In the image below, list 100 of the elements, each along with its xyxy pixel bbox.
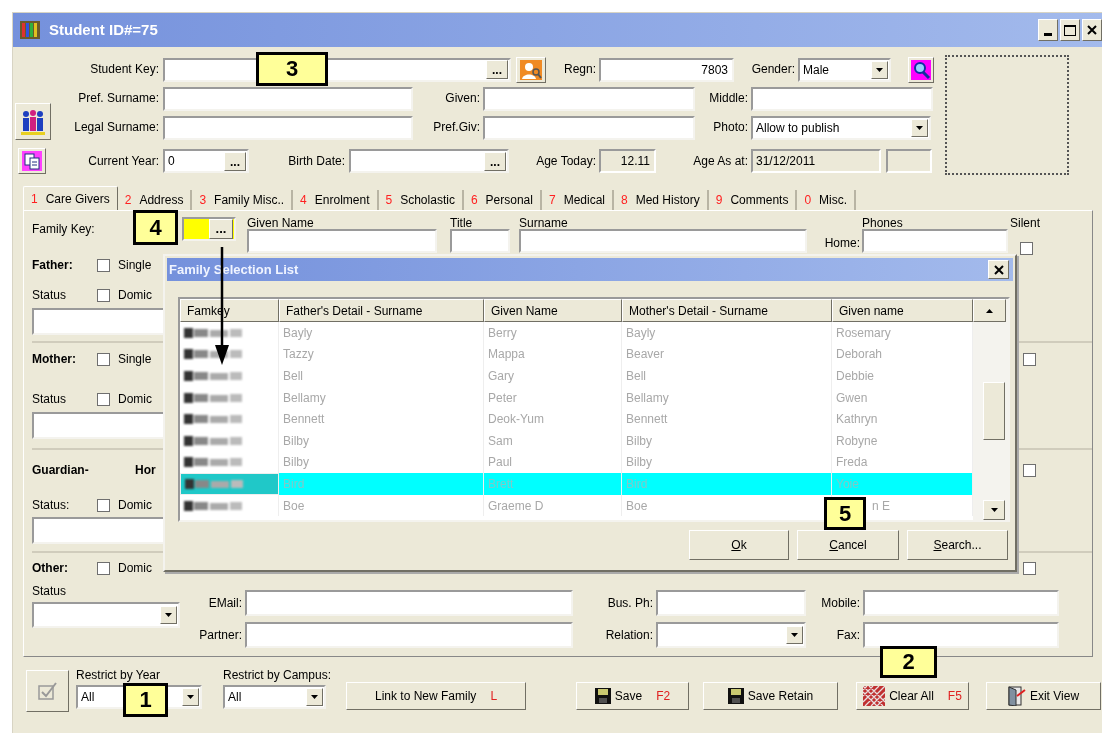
campus-dropdown[interactable]: All (223, 685, 326, 709)
table-cell: Bennett (279, 408, 484, 430)
tab[interactable]: 6 Personal (463, 190, 542, 210)
person-search-button[interactable] (516, 56, 546, 83)
dropdown-button[interactable] (160, 606, 177, 624)
door-icon (1007, 686, 1026, 706)
close-button[interactable] (988, 260, 1009, 279)
column-label: Title (450, 216, 474, 231)
status-field[interactable] (32, 517, 165, 544)
given-name-field[interactable] (483, 115, 695, 140)
tab[interactable]: 1 Care Givers (23, 186, 118, 210)
dropdown-button[interactable] (871, 60, 888, 79)
surname-field[interactable] (519, 229, 807, 253)
gender-dropdown[interactable]: Male (798, 57, 891, 82)
ellipsis-button[interactable]: ... (486, 60, 508, 79)
checkbox[interactable] (1023, 561, 1036, 575)
table-cell: Bennett (622, 408, 832, 430)
middle-name-field[interactable] (751, 86, 933, 111)
column-header[interactable]: Given name (832, 299, 973, 322)
caret-icon (187, 695, 194, 699)
checkbox[interactable] (97, 561, 110, 575)
table-cell: Bell (622, 365, 832, 387)
dialog-button[interactable]: Search... (907, 530, 1008, 560)
scroll-down-button[interactable] (983, 500, 1005, 520)
checkbox[interactable] (97, 352, 110, 366)
registration-field[interactable]: 7803 (599, 57, 734, 82)
dropdown-button[interactable] (786, 626, 803, 644)
tab[interactable]: 8 Med History (614, 190, 709, 210)
callout-tooltip: 1 (123, 683, 168, 717)
column-header[interactable]: Given Name (484, 299, 622, 322)
callout-tooltip: 2 (880, 646, 937, 678)
people-button[interactable] (15, 103, 51, 140)
checkbox[interactable] (1023, 352, 1036, 366)
search-button[interactable] (908, 56, 934, 83)
column-label: Given Name (247, 216, 315, 231)
table-cell: Bayly (279, 322, 484, 344)
status-field[interactable] (32, 412, 165, 439)
dropdown-button[interactable] (911, 118, 928, 137)
field-label: Bus. Ph: (606, 595, 654, 611)
link-button[interactable]: Link to New Family L (346, 682, 527, 710)
current-year-field[interactable]: 0 ... (163, 149, 249, 173)
exit-button[interactable]: Exit View (986, 682, 1102, 710)
save-button[interactable]: Save Retain (703, 682, 839, 710)
floppy-icon (727, 688, 744, 704)
ellipsis-button[interactable]: ... (224, 151, 246, 171)
close-button[interactable] (1082, 19, 1102, 41)
field-label: Restrict by Campus: (223, 668, 332, 684)
status-field[interactable] (32, 308, 165, 335)
scrollbar-thumb[interactable] (983, 382, 1005, 440)
ellipsis-button[interactable]: ... (484, 151, 506, 171)
save-button[interactable]: Save F2 (576, 682, 690, 710)
column-header[interactable]: Father's Detail - Surname (279, 299, 484, 322)
checkbox[interactable] (1023, 463, 1036, 477)
tab[interactable]: 7 Medical (541, 190, 614, 210)
field-label: Relation: (604, 627, 654, 643)
partner-field[interactable] (245, 622, 573, 648)
dropdown-button[interactable] (306, 688, 323, 706)
maximize-button[interactable] (1060, 19, 1080, 41)
dialog-button[interactable]: Ok (689, 530, 789, 560)
checkbox[interactable] (97, 392, 110, 406)
field-label: Status: (32, 497, 71, 513)
column-header[interactable]: Mother's Detail - Surname (622, 299, 832, 322)
clear-button[interactable]: Clear All F5 (856, 682, 970, 710)
document-button[interactable] (18, 148, 46, 174)
tab[interactable]: 4 Enrolment (293, 190, 379, 210)
mobile-field[interactable] (863, 590, 1059, 616)
surname-field[interactable] (163, 86, 413, 111)
ellipsis-button[interactable]: ... (209, 219, 233, 239)
empty-field (886, 149, 932, 173)
scroll-up-button[interactable] (973, 299, 1006, 322)
phone-field[interactable] (656, 590, 806, 616)
checkbox[interactable] (97, 258, 110, 272)
field-label: Student Key: (89, 62, 160, 77)
date-field: 31/12/2011 (751, 149, 881, 173)
family-key-field[interactable]: ... (182, 217, 236, 241)
birth-date-field[interactable]: ... (349, 149, 509, 173)
title-field[interactable] (450, 229, 510, 253)
checkbox[interactable] (97, 288, 110, 302)
tab[interactable]: 5 Scholastic (378, 190, 464, 210)
tab[interactable]: 0 Misc. (797, 190, 857, 210)
tab[interactable]: 9 Comments (708, 190, 798, 210)
fax-field[interactable] (863, 622, 1059, 648)
field-label: Fax: (835, 627, 861, 643)
field-label: Partner: (198, 627, 243, 643)
email-field[interactable] (245, 590, 573, 616)
close-icon (993, 264, 1004, 275)
maximize-icon (1064, 24, 1076, 36)
check-button[interactable] (26, 670, 69, 712)
photo-dropdown[interactable]: Allow to publish (751, 115, 931, 140)
minimize-button[interactable] (1038, 19, 1058, 41)
table-cell: Boe (279, 494, 484, 517)
given-name-field[interactable] (483, 86, 695, 111)
dialog-button[interactable]: Cancel (797, 530, 899, 560)
checkbox[interactable] (97, 498, 110, 512)
tab[interactable]: 3 Family Misc.. (192, 190, 294, 210)
dropdown-button[interactable] (182, 688, 199, 706)
checkbox[interactable] (1020, 241, 1033, 255)
phone-field[interactable] (862, 229, 1008, 253)
given-name-field[interactable] (247, 229, 437, 253)
surname-field[interactable] (163, 115, 413, 140)
